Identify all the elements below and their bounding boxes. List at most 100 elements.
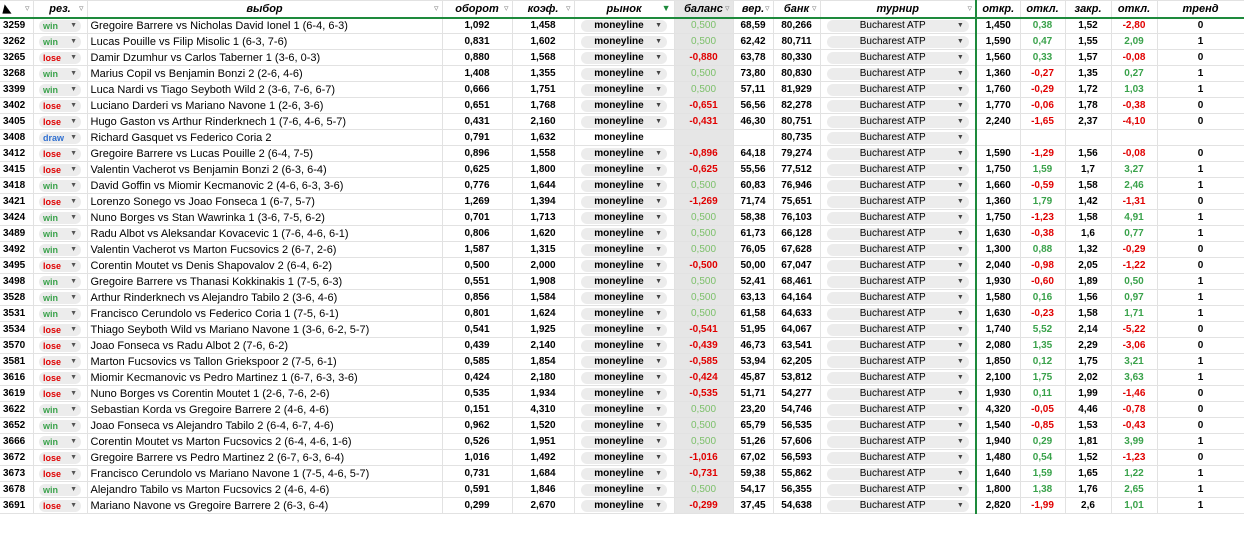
dropdown-arrow-icon[interactable]: ▼ [655,116,662,128]
header-turnover[interactable]: оборот ▿ [442,0,513,19]
table-row[interactable]: 3673 lose ▼ Francisco Cerundolo vs Mariano … [0,465,1244,482]
result-cell[interactable]: win ▼ [33,33,88,50]
dropdown-arrow-icon[interactable]: ▼ [957,20,964,32]
dropdown-arrow-icon[interactable]: ▼ [70,292,77,304]
dropdown-arrow-icon[interactable]: ▼ [70,180,77,192]
market-cell[interactable]: moneyline▼ [574,273,675,290]
tournament-dropdown[interactable]: Bucharest ATP ▼ [826,387,969,400]
tournament-dropdown[interactable]: Bucharest ATP ▼ [826,419,969,432]
dropdown-arrow-icon[interactable]: ▼ [957,484,964,496]
dropdown-arrow-icon[interactable]: ▼ [70,148,77,160]
table-row[interactable]: 3421 lose ▼ Lorenzo Sonego vs Joao Fonseca … [0,193,1244,210]
market-dropdown[interactable]: moneyline ▼ [581,467,667,480]
dropdown-arrow-icon[interactable]: ▼ [655,212,662,224]
result-dropdown[interactable]: win ▼ [39,227,81,240]
tournament-dropdown[interactable]: Bucharest ATP ▼ [826,99,969,112]
sort-icon[interactable]: ◣ [3,3,11,15]
tournament-dropdown[interactable]: Bucharest ATP ▼ [826,243,969,256]
tournament-cell[interactable]: Bucharest ATP ▼ [820,145,977,162]
dropdown-arrow-icon[interactable]: ▼ [957,404,964,416]
result-cell[interactable]: win ▼ [33,65,88,82]
result-cell[interactable]: win ▼ [33,81,88,98]
dropdown-arrow-icon[interactable]: ▼ [957,132,964,144]
table-row[interactable]: 3412 lose ▼ Gregoire Barrere vs Lucas Pouil… [0,145,1244,162]
result-dropdown[interactable]: lose ▼ [39,195,81,208]
dropdown-arrow-icon[interactable]: ▼ [957,436,964,448]
dropdown-arrow-icon[interactable]: ▼ [70,68,77,80]
filter-icon[interactable]: ▿ [812,3,817,14]
result-dropdown[interactable]: lose ▼ [39,339,81,352]
result-cell[interactable]: lose ▼ [33,97,88,114]
filter-icon[interactable]: ▿ [79,3,84,14]
result-cell[interactable]: win ▼ [33,417,88,434]
tournament-dropdown[interactable]: Bucharest ATP ▼ [826,259,969,272]
dropdown-arrow-icon[interactable]: ▼ [70,452,77,464]
dropdown-arrow-icon[interactable]: ▼ [957,180,964,192]
tournament-dropdown[interactable]: Bucharest ATP ▼ [826,67,969,80]
tournament-cell[interactable]: Bucharest ATP ▼ [820,305,977,322]
table-row[interactable]: 3259 win ▼ Gregoire Barrere vs Nicholas Dav… [0,17,1244,34]
result-cell[interactable]: lose ▼ [33,161,88,178]
header-dev2[interactable]: откл. [1111,0,1158,19]
market-dropdown[interactable]: moneyline ▼ [581,435,667,448]
dropdown-arrow-icon[interactable]: ▼ [957,276,964,288]
tournament-cell[interactable]: Bucharest ATP ▼ [820,353,977,370]
dropdown-arrow-icon[interactable]: ▼ [655,180,662,192]
market-dropdown[interactable]: moneyline ▼ [581,323,667,336]
tournament-cell[interactable]: Bucharest ATP ▼ [820,177,977,194]
dropdown-arrow-icon[interactable]: ▼ [655,228,662,240]
dropdown-arrow-icon[interactable]: ▼ [957,420,964,432]
result-dropdown[interactable]: win ▼ [39,35,81,48]
dropdown-arrow-icon[interactable]: ▼ [655,276,662,288]
tournament-cell[interactable]: Bucharest ATP ▼ [820,337,977,354]
market-cell[interactable]: moneyline▼ [574,129,675,146]
dropdown-arrow-icon[interactable]: ▼ [70,260,77,272]
market-cell[interactable]: moneyline▼ [574,33,675,50]
dropdown-arrow-icon[interactable]: ▼ [70,84,77,96]
filter-icon[interactable]: ▿ [967,3,972,14]
tournament-cell[interactable]: Bucharest ATP ▼ [820,113,977,130]
tournament-dropdown[interactable]: Bucharest ATP ▼ [826,291,969,304]
market-dropdown[interactable]: moneyline ▼ [581,115,667,128]
market-dropdown[interactable]: moneyline ▼ [581,179,667,192]
table-row[interactable]: 3570 lose ▼ Joao Fonseca vs Radu Albot 2 (7… [0,337,1244,354]
market-dropdown[interactable]: moneyline ▼ [581,339,667,352]
result-cell[interactable]: win ▼ [33,289,88,306]
table-row[interactable]: 3405 lose ▼ Hugo Gaston vs Arthur Rinderkne… [0,113,1244,130]
result-dropdown[interactable]: lose ▼ [39,387,81,400]
tournament-cell[interactable]: Bucharest ATP ▼ [820,385,977,402]
dropdown-arrow-icon[interactable]: ▼ [957,164,964,176]
result-cell[interactable]: lose ▼ [33,353,88,370]
tournament-dropdown[interactable]: Bucharest ATP ▼ [826,227,969,240]
table-row[interactable]: 3534 lose ▼ Thiago Seyboth Wild vs Mariano … [0,321,1244,338]
result-dropdown[interactable]: win ▼ [39,243,81,256]
table-row[interactable]: 3581 lose ▼ Marton Fucsovics vs Tallon Grie… [0,353,1244,370]
tournament-cell[interactable]: Bucharest ATP ▼ [820,417,977,434]
result-cell[interactable]: win ▼ [33,225,88,242]
tournament-cell[interactable]: Bucharest ATP ▼ [820,321,977,338]
dropdown-arrow-icon[interactable]: ▼ [957,372,964,384]
dropdown-arrow-icon[interactable]: ▼ [655,244,662,256]
dropdown-arrow-icon[interactable]: ▼ [957,36,964,48]
dropdown-arrow-icon[interactable]: ▼ [70,484,77,496]
tournament-dropdown[interactable]: Bucharest ATP ▼ [826,179,969,192]
market-dropdown[interactable]: moneyline ▼ [581,211,667,224]
dropdown-arrow-icon[interactable]: ▼ [70,500,77,512]
dropdown-arrow-icon[interactable]: ▼ [655,452,662,464]
market-cell[interactable]: moneyline▼ [574,417,675,434]
market-cell[interactable]: moneyline▼ [574,465,675,482]
market-cell[interactable]: moneyline▼ [574,177,675,194]
market-dropdown[interactable]: moneyline ▼ [581,259,667,272]
filter-icon[interactable]: ▿ [504,3,509,14]
dropdown-arrow-icon[interactable]: ▼ [957,100,964,112]
market-dropdown[interactable]: moneyline ▼ [581,227,667,240]
result-cell[interactable]: win ▼ [33,17,88,34]
dropdown-arrow-icon[interactable]: ▼ [957,68,964,80]
result-dropdown[interactable]: win ▼ [39,291,81,304]
result-dropdown[interactable]: draw ▼ [39,131,81,144]
tournament-cell[interactable]: Bucharest ATP ▼ [820,241,977,258]
header-choice[interactable]: выбор ▿ [87,0,443,19]
dropdown-arrow-icon[interactable]: ▼ [957,340,964,352]
table-row[interactable]: 3418 win ▼ David Goffin vs Miomir Kecmanovi… [0,177,1244,194]
dropdown-arrow-icon[interactable]: ▼ [957,452,964,464]
